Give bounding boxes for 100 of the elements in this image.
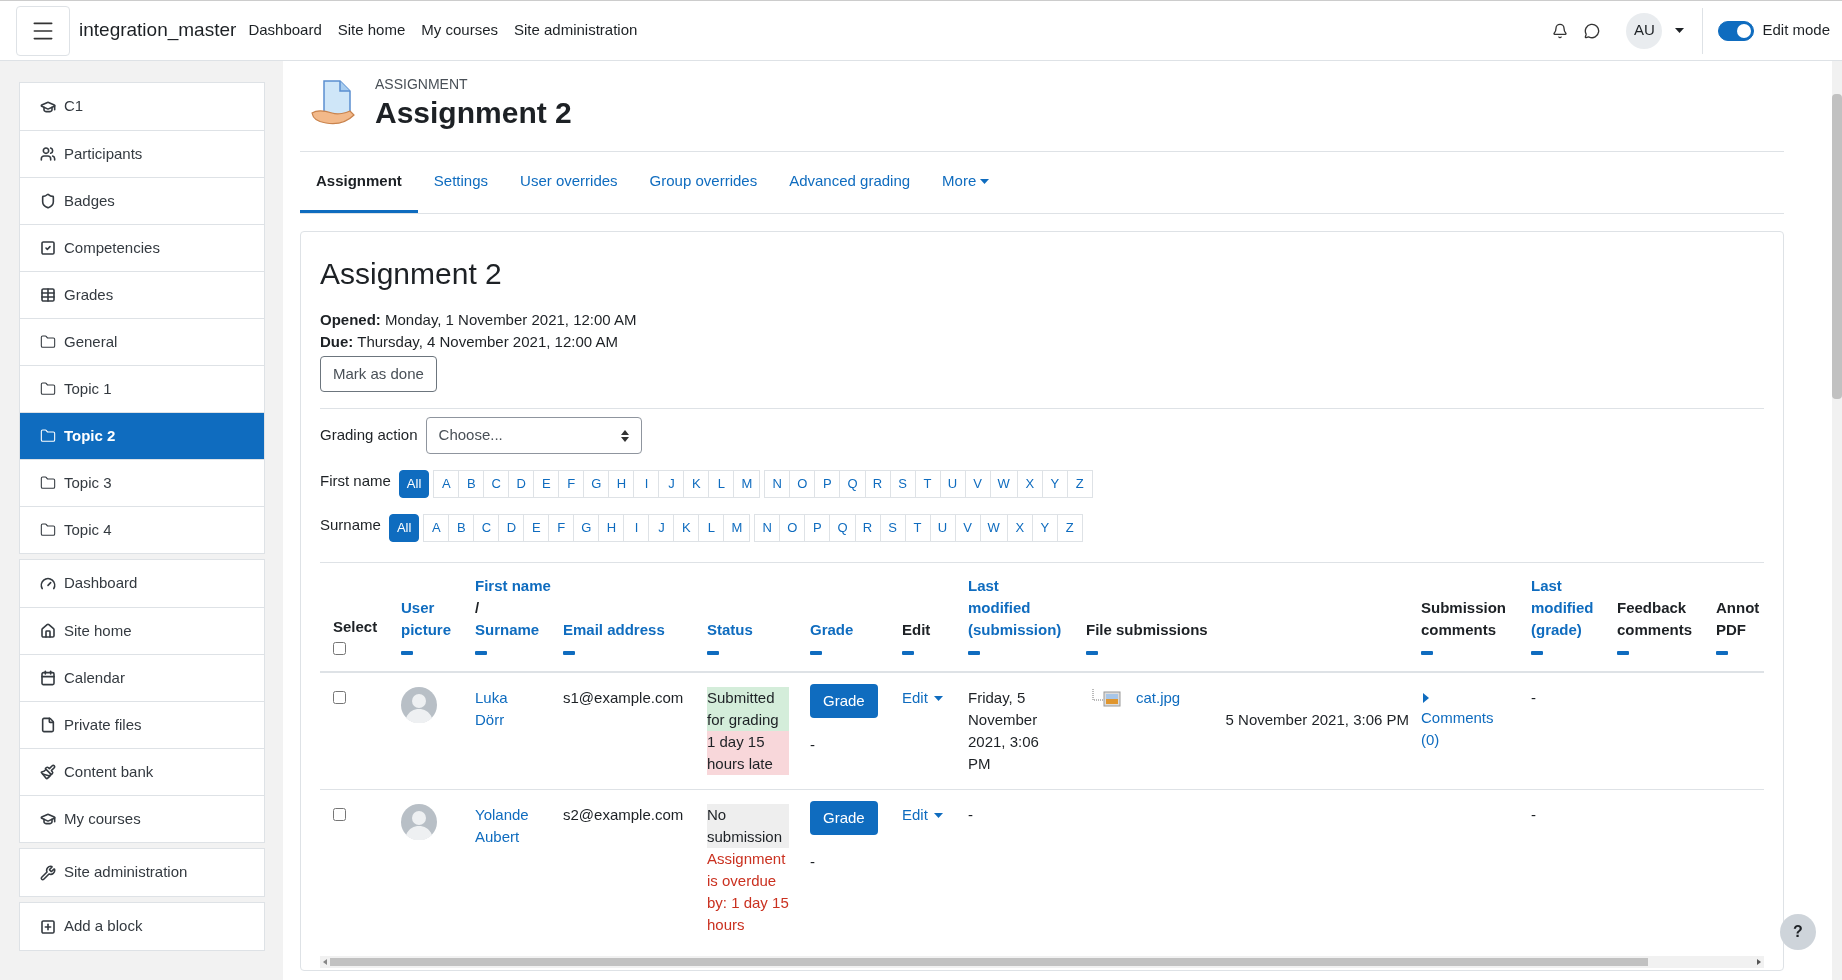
letter-filter[interactable]: All bbox=[388, 514, 420, 542]
user-avatar[interactable]: AU bbox=[1626, 12, 1663, 49]
letter-filter[interactable]: P bbox=[814, 470, 841, 498]
letter-filter[interactable]: O bbox=[779, 514, 806, 542]
file-link[interactable]: cat.jpg bbox=[1136, 687, 1181, 709]
letter-filter[interactable]: G bbox=[583, 470, 610, 498]
letter-filter[interactable]: E bbox=[533, 470, 560, 498]
sidebar-item[interactable]: Topic 4 bbox=[20, 506, 264, 553]
column-sort-link[interactable]: Surname bbox=[475, 621, 540, 638]
letter-filter[interactable]: S bbox=[889, 470, 916, 498]
grading-action-select[interactable]: Choose... bbox=[425, 417, 642, 454]
row-checkbox[interactable] bbox=[333, 691, 346, 704]
sort-toggle-icon[interactable] bbox=[475, 651, 487, 655]
letter-filter[interactable]: I bbox=[633, 470, 660, 498]
letter-filter[interactable]: V bbox=[954, 514, 981, 542]
sort-toggle-icon[interactable] bbox=[968, 651, 980, 655]
tab[interactable]: User overrides bbox=[504, 152, 634, 213]
sidebar-item[interactable]: Private files bbox=[20, 701, 264, 748]
notification-bell-icon[interactable] bbox=[1552, 22, 1569, 39]
letter-filter[interactable]: C bbox=[483, 470, 510, 498]
column-sort-link[interactable]: Status bbox=[707, 619, 797, 641]
tab[interactable]: Advanced grading bbox=[773, 152, 927, 213]
letter-filter[interactable]: B bbox=[458, 470, 485, 498]
vertical-scrollbar[interactable] bbox=[1832, 61, 1842, 980]
letter-filter[interactable]: R bbox=[864, 470, 891, 498]
column-sort-link[interactable]: Last modified (grade) bbox=[1531, 575, 1605, 641]
sort-toggle-icon[interactable] bbox=[810, 651, 822, 655]
letter-filter[interactable]: O bbox=[789, 470, 816, 498]
sidebar-item[interactable]: Badges bbox=[20, 177, 264, 224]
letter-filter[interactable]: Z bbox=[1066, 470, 1093, 498]
letter-filter[interactable]: Q bbox=[829, 514, 856, 542]
letter-filter[interactable]: A bbox=[423, 514, 450, 542]
letter-filter[interactable]: M bbox=[723, 514, 751, 542]
letter-filter[interactable]: E bbox=[523, 514, 550, 542]
sort-toggle-icon[interactable] bbox=[1421, 651, 1433, 655]
sort-toggle-icon[interactable] bbox=[902, 651, 914, 655]
letter-filter[interactable]: W bbox=[989, 470, 1018, 498]
sidebar-item[interactable]: Calendar bbox=[20, 654, 264, 701]
edit-mode-switch[interactable] bbox=[1718, 20, 1755, 41]
column-sort-link[interactable]: Grade bbox=[810, 619, 890, 641]
letter-filter[interactable]: U bbox=[939, 470, 966, 498]
letter-filter[interactable]: C bbox=[473, 514, 500, 542]
letter-filter[interactable]: H bbox=[608, 470, 635, 498]
letter-filter[interactable]: L bbox=[708, 470, 735, 498]
letter-filter[interactable]: P bbox=[804, 514, 831, 542]
sidebar-item[interactable]: Dashboard bbox=[20, 560, 264, 607]
column-sort-link[interactable]: First name bbox=[475, 577, 551, 594]
edit-menu-link[interactable]: Edit bbox=[902, 804, 943, 826]
column-sort-link[interactable]: User picture bbox=[401, 597, 463, 641]
letter-filter[interactable]: X bbox=[1006, 514, 1033, 542]
sidebar-item[interactable]: Site home bbox=[20, 607, 264, 654]
menu-button[interactable] bbox=[16, 5, 70, 56]
select-all-checkbox[interactable] bbox=[333, 642, 346, 655]
letter-filter[interactable]: I bbox=[623, 514, 650, 542]
letter-filter[interactable]: U bbox=[929, 514, 956, 542]
letter-filter[interactable]: V bbox=[964, 470, 991, 498]
letter-filter[interactable]: Y bbox=[1041, 470, 1068, 498]
sidebar-item[interactable]: My courses bbox=[20, 795, 264, 842]
sort-toggle-icon[interactable] bbox=[1716, 651, 1728, 655]
letter-filter[interactable]: N bbox=[754, 514, 781, 542]
letter-filter[interactable]: B bbox=[448, 514, 475, 542]
letter-filter[interactable]: T bbox=[914, 470, 941, 498]
letter-filter[interactable]: F bbox=[548, 514, 575, 542]
letter-filter[interactable]: Q bbox=[839, 470, 866, 498]
nav-link[interactable]: Site administration bbox=[514, 19, 638, 42]
sidebar-item[interactable]: C1 bbox=[20, 83, 264, 130]
letter-filter[interactable]: A bbox=[433, 470, 460, 498]
letter-filter[interactable]: Y bbox=[1031, 514, 1058, 542]
letter-filter[interactable]: R bbox=[854, 514, 881, 542]
grade-button[interactable]: Grade bbox=[810, 801, 878, 835]
letter-filter[interactable]: K bbox=[673, 514, 700, 542]
letter-filter[interactable]: H bbox=[598, 514, 625, 542]
letter-filter[interactable]: All bbox=[398, 470, 430, 498]
edit-menu-link[interactable]: Edit bbox=[902, 687, 943, 709]
letter-filter[interactable]: D bbox=[498, 514, 525, 542]
expand-caret-icon[interactable] bbox=[1423, 693, 1429, 703]
letter-filter[interactable]: F bbox=[558, 470, 585, 498]
user-name-link[interactable]: Yolande Aubert bbox=[475, 804, 537, 848]
message-icon[interactable] bbox=[1584, 22, 1601, 39]
more-tab-dropdown[interactable]: More bbox=[926, 152, 1006, 213]
letter-filter[interactable]: X bbox=[1016, 470, 1043, 498]
sort-toggle-icon[interactable] bbox=[401, 651, 413, 655]
row-checkbox[interactable] bbox=[333, 808, 346, 821]
mark-as-done-button[interactable]: Mark as done bbox=[320, 356, 437, 392]
sort-toggle-icon[interactable] bbox=[707, 651, 719, 655]
sidebar-item[interactable]: Add a block bbox=[20, 903, 264, 950]
sidebar-item[interactable]: Participants bbox=[20, 130, 264, 177]
letter-filter[interactable]: K bbox=[683, 470, 710, 498]
comments-link[interactable]: Comments (0) bbox=[1421, 707, 1501, 751]
sidebar-item[interactable]: Site administration bbox=[20, 849, 264, 896]
letter-filter[interactable]: D bbox=[508, 470, 535, 498]
letter-filter[interactable]: N bbox=[764, 470, 791, 498]
sidebar-item[interactable]: Topic 2 bbox=[20, 412, 264, 459]
letter-filter[interactable]: W bbox=[979, 514, 1008, 542]
sidebar-item[interactable]: Grades bbox=[20, 271, 264, 318]
letter-filter[interactable]: J bbox=[658, 470, 685, 498]
letter-filter[interactable]: Z bbox=[1056, 514, 1083, 542]
sidebar-item[interactable]: Competencies bbox=[20, 224, 264, 271]
column-sort-link[interactable]: Email address bbox=[563, 619, 693, 641]
user-name-link[interactable]: Luka Dörr bbox=[475, 687, 537, 731]
